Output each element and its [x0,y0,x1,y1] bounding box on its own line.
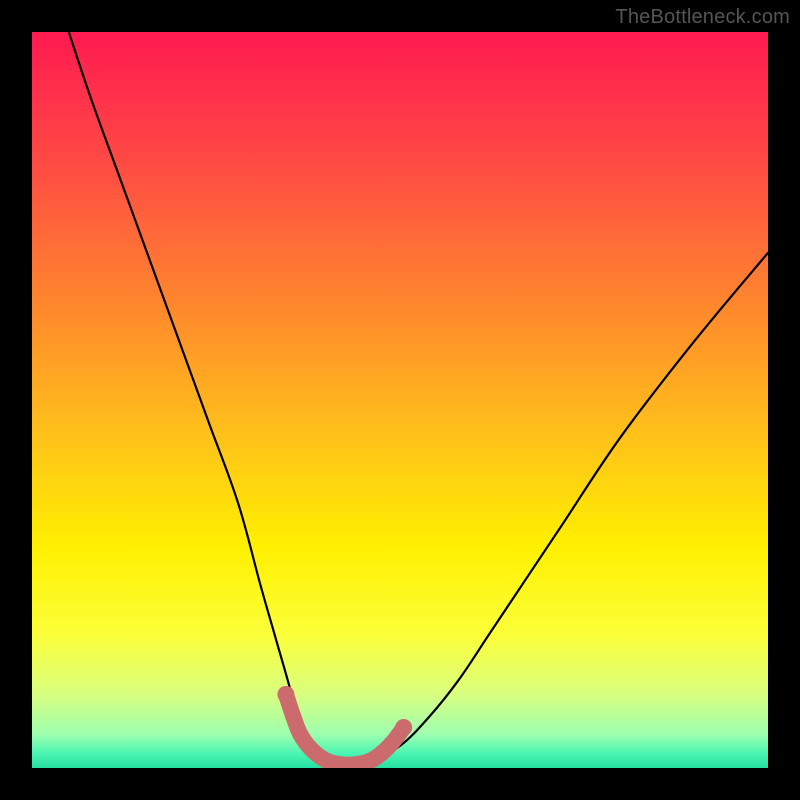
optimal-range-dot [318,753,334,768]
watermark-text: TheBottleneck.com [615,6,790,29]
optimal-range-dot [285,708,301,724]
chart-frame: TheBottleneck.com [0,0,800,800]
optimal-range-dot [277,686,294,703]
bottleneck-curve [69,32,768,765]
optimal-range-dot [293,727,309,743]
optimal-range-dot [395,719,412,736]
optimal-range-markers [277,686,412,768]
plot-area [32,32,768,768]
curve-layer [32,32,768,768]
optimal-range-dot [385,734,401,750]
optimal-range-dot [304,742,320,758]
